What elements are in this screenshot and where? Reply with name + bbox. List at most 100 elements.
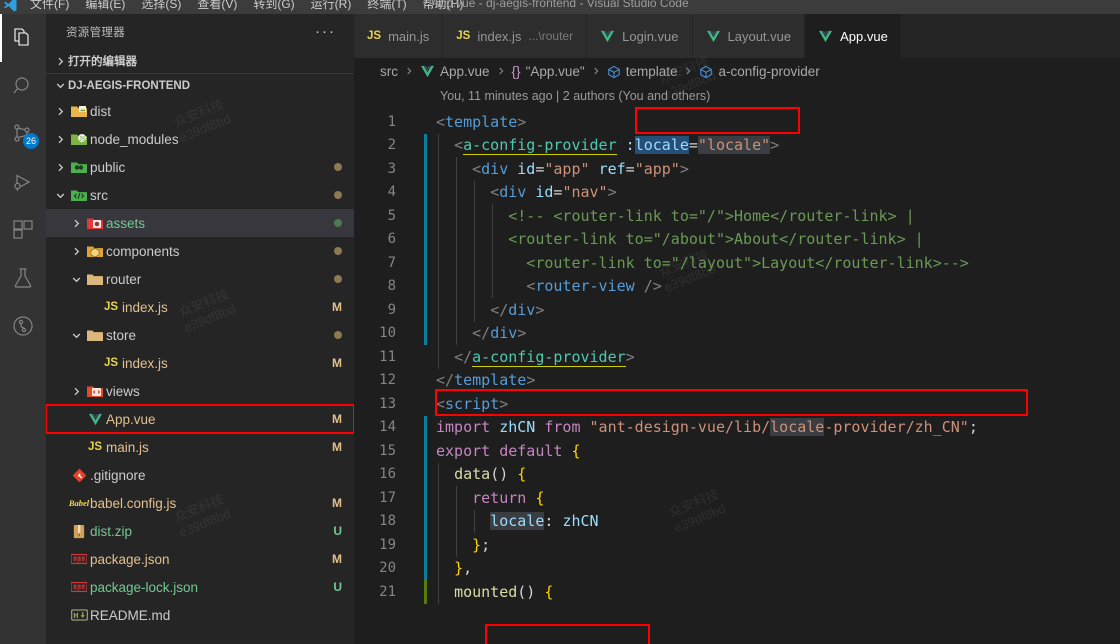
tree-item-dist[interactable]: dist <box>46 97 354 125</box>
code-token: : <box>625 136 635 155</box>
tree-item-index-js[interactable]: JS index.js M <box>46 349 354 377</box>
indent-guide <box>474 227 476 251</box>
breadcrumb-item[interactable]: template <box>607 64 678 79</box>
tree-item-views[interactable]: views <box>46 377 354 405</box>
chevron-right-icon[interactable] <box>52 159 68 175</box>
tree-item-babel-config-js[interactable]: Babel babel.config.js M <box>46 489 354 517</box>
tree-item-store[interactable]: store <box>46 321 354 349</box>
activitybar-search[interactable] <box>0 62 46 110</box>
editor-tab-layout-vue[interactable]: Layout.vue <box>692 14 806 58</box>
code-token: import <box>436 418 491 437</box>
editor-tab-login-vue[interactable]: Login.vue <box>587 14 693 58</box>
editor-tab-main-js[interactable]: JS main.js <box>354 14 444 58</box>
tree-item-package-lock-json[interactable]: package-lock.json U <box>46 573 354 601</box>
menu-select[interactable]: 选择(S) <box>133 0 189 10</box>
code-token: < <box>436 112 446 131</box>
menu-goto[interactable]: 转到(G) <box>245 0 302 10</box>
breadcrumb-label: src <box>380 64 398 79</box>
blame-header: You, 11 minutes ago | 2 authors (You and… <box>440 89 711 103</box>
menu-view[interactable]: 查看(V) <box>189 0 245 10</box>
code-token: > <box>517 324 527 343</box>
tree-item-dist-zip[interactable]: dist.zip U <box>46 517 354 545</box>
code-token: = <box>688 136 698 155</box>
tree-item-label: App.vue <box>106 411 156 427</box>
tree-item-readme-md[interactable]: README.md <box>46 601 354 629</box>
git-status-badge: U <box>333 524 342 538</box>
chevron-right-icon[interactable] <box>68 215 84 231</box>
code-token: mounted <box>454 582 518 601</box>
line-number: 16 <box>379 466 396 483</box>
breadcrumb-item[interactable]: {} "App.vue" <box>512 64 585 79</box>
code-token: } <box>472 535 482 554</box>
code-token: -provider/zh_CN" <box>824 418 969 437</box>
tree-item-label: dist <box>90 103 112 119</box>
breadcrumb-label: template <box>625 64 678 79</box>
chevron-right-icon[interactable] <box>68 383 84 399</box>
menu-run[interactable]: 运行(R) <box>303 0 360 10</box>
indent-guide <box>438 227 439 251</box>
editor-tab-app-vue[interactable]: App.vue <box>805 14 902 58</box>
tree-item-src[interactable]: src <box>46 181 354 209</box>
menu-help[interactable]: 帮助(H) <box>415 0 472 10</box>
activitybar-testing[interactable] <box>0 254 46 302</box>
indent-guide <box>456 486 458 510</box>
chevron-down-icon[interactable] <box>68 271 84 287</box>
section-open-editors[interactable]: 打开的编辑器 <box>46 49 354 73</box>
tree-item-label: public <box>90 159 126 175</box>
tree-item-label: index.js <box>122 355 168 371</box>
code-line: 2 <a-config-provider :locale="locale"> <box>354 133 1120 157</box>
code-token: ; <box>968 418 978 437</box>
breadcrumb-item[interactable]: a-config-provider <box>699 64 820 79</box>
tree-item-package-json[interactable]: package.json M <box>46 545 354 573</box>
activitybar-explorer[interactable] <box>0 14 46 62</box>
gutter-change-marker <box>424 180 427 204</box>
editor-tab-index-js[interactable]: JS index.js ...\router <box>443 14 588 58</box>
breadcrumb-item[interactable]: App.vue <box>420 64 490 79</box>
indent-guide <box>456 509 458 533</box>
tree-item-public[interactable]: public <box>46 153 354 181</box>
tree-item-main-js[interactable]: JS main.js M <box>46 433 354 461</box>
explorer-more-actions-icon[interactable]: ··· <box>315 24 346 39</box>
tree-item--gitignore[interactable]: .gitignore <box>46 461 354 489</box>
tree-item-node-modules[interactable]: JS node_modules <box>46 125 354 153</box>
section-workspace[interactable]: DJ-AEGIS-FRONTEND <box>46 73 354 97</box>
activitybar-run-debug[interactable] <box>0 158 46 206</box>
code-token: zhCN <box>499 418 536 437</box>
code-line: 13 <script> <box>354 392 1120 416</box>
activitybar-extensions[interactable] <box>0 206 46 254</box>
code-editor[interactable]: You, 11 minutes ago | 2 authors (You and… <box>354 85 1120 644</box>
chevron-down-icon[interactable] <box>68 327 84 343</box>
line-number: 10 <box>379 325 396 342</box>
menu-bar[interactable]: 文件(F) 编辑(E) 选择(S) 查看(V) 转到(G) 运行(R) 终端(T… <box>22 0 471 14</box>
tree-item-assets[interactable]: assets <box>46 209 354 237</box>
activitybar-source-control[interactable]: 26 <box>0 110 46 158</box>
js-icon: JS <box>367 30 382 42</box>
tree-item-components[interactable]: components <box>46 237 354 265</box>
brace-icon: {} <box>511 64 521 79</box>
code-token: () <box>517 582 536 601</box>
code-token: = <box>625 159 635 178</box>
tree-item-index-js[interactable]: JS index.js M <box>46 293 354 321</box>
tree-item-label: package-lock.json <box>90 579 199 595</box>
indent-guide <box>456 251 458 275</box>
menu-edit[interactable]: 编辑(E) <box>77 0 133 10</box>
gutter-change-marker <box>424 133 427 157</box>
tree-item-app-vue[interactable]: App.vue M <box>46 404 354 434</box>
tree-item-router[interactable]: router <box>46 265 354 293</box>
chevron-right-icon[interactable] <box>68 243 84 259</box>
chevron-right-icon[interactable] <box>52 103 68 119</box>
code-token: return <box>472 488 527 507</box>
indent-guide <box>438 486 439 510</box>
code-line: 18 locale: zhCN <box>354 509 1120 533</box>
breadcrumb-label: a-config-provider <box>718 64 820 79</box>
code-line: 8 <router-view /> <box>354 274 1120 298</box>
menu-file[interactable]: 文件(F) <box>22 0 77 10</box>
chevron-right-icon[interactable] <box>52 131 68 147</box>
indent-guide <box>474 274 476 298</box>
breadcrumb-item[interactable]: src <box>380 64 398 79</box>
line-number: 19 <box>379 536 396 553</box>
menu-terminal[interactable]: 终端(T) <box>359 0 414 10</box>
activitybar-git-graph[interactable] <box>0 302 46 350</box>
chevron-down-icon[interactable] <box>52 187 68 203</box>
